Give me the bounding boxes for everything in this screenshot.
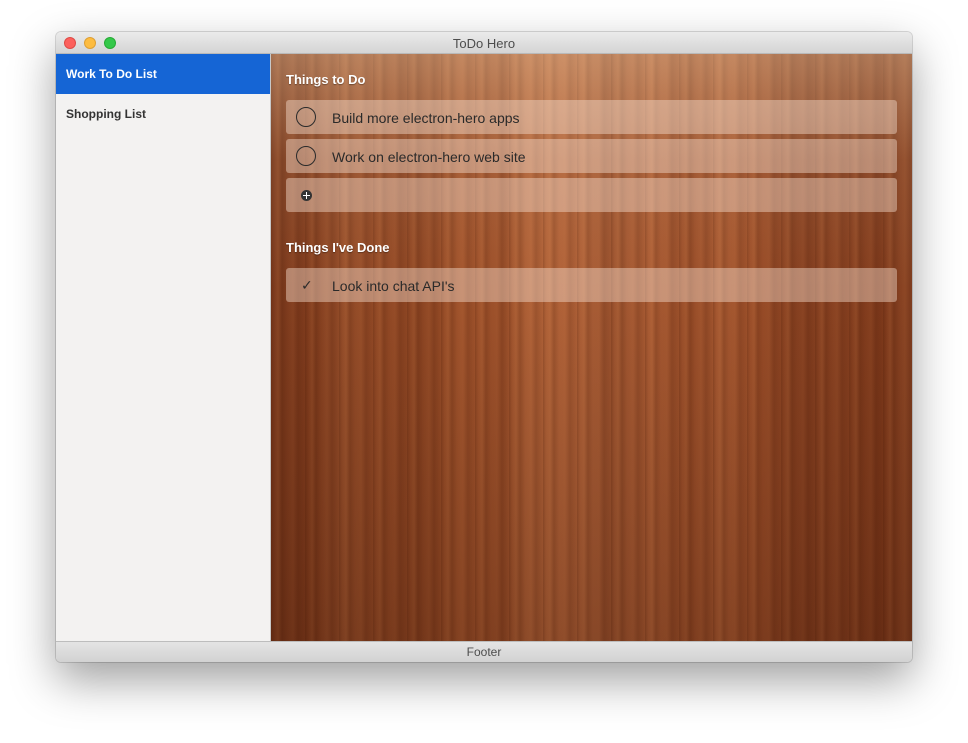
done-item-label: Look into chat API's — [332, 278, 455, 294]
todo-item[interactable]: Build more electron-hero apps — [286, 100, 897, 134]
circle-icon[interactable] — [296, 107, 316, 127]
add-todo-row[interactable] — [286, 178, 897, 212]
title-bar[interactable]: ToDo Hero — [56, 32, 912, 54]
done-section-title: Things I've Done — [286, 240, 390, 255]
circle-icon[interactable] — [296, 146, 316, 166]
done-item[interactable]: ✓ Look into chat API's — [286, 268, 897, 302]
sidebar-item-shopping-list[interactable]: Shopping List — [56, 94, 270, 134]
todo-section-title: Things to Do — [286, 72, 366, 87]
main-content: Things to Do Build more electron-hero ap… — [271, 54, 912, 641]
plus-circle-icon[interactable] — [301, 190, 312, 201]
todo-item[interactable]: Work on electron-hero web site — [286, 139, 897, 173]
footer: Footer — [56, 641, 912, 662]
window-title: ToDo Hero — [452, 36, 516, 51]
sidebar: Work To Do List Shopping List — [56, 54, 271, 641]
sidebar-item-work-to-do-list[interactable]: Work To Do List — [56, 54, 270, 94]
todo-item-label: Work on electron-hero web site — [332, 149, 526, 165]
todo-item-label: Build more electron-hero apps — [332, 110, 520, 126]
checkmark-icon[interactable]: ✓ — [301, 277, 313, 294]
app-window: ToDo Hero Work To Do List Shopping List … — [56, 32, 912, 662]
